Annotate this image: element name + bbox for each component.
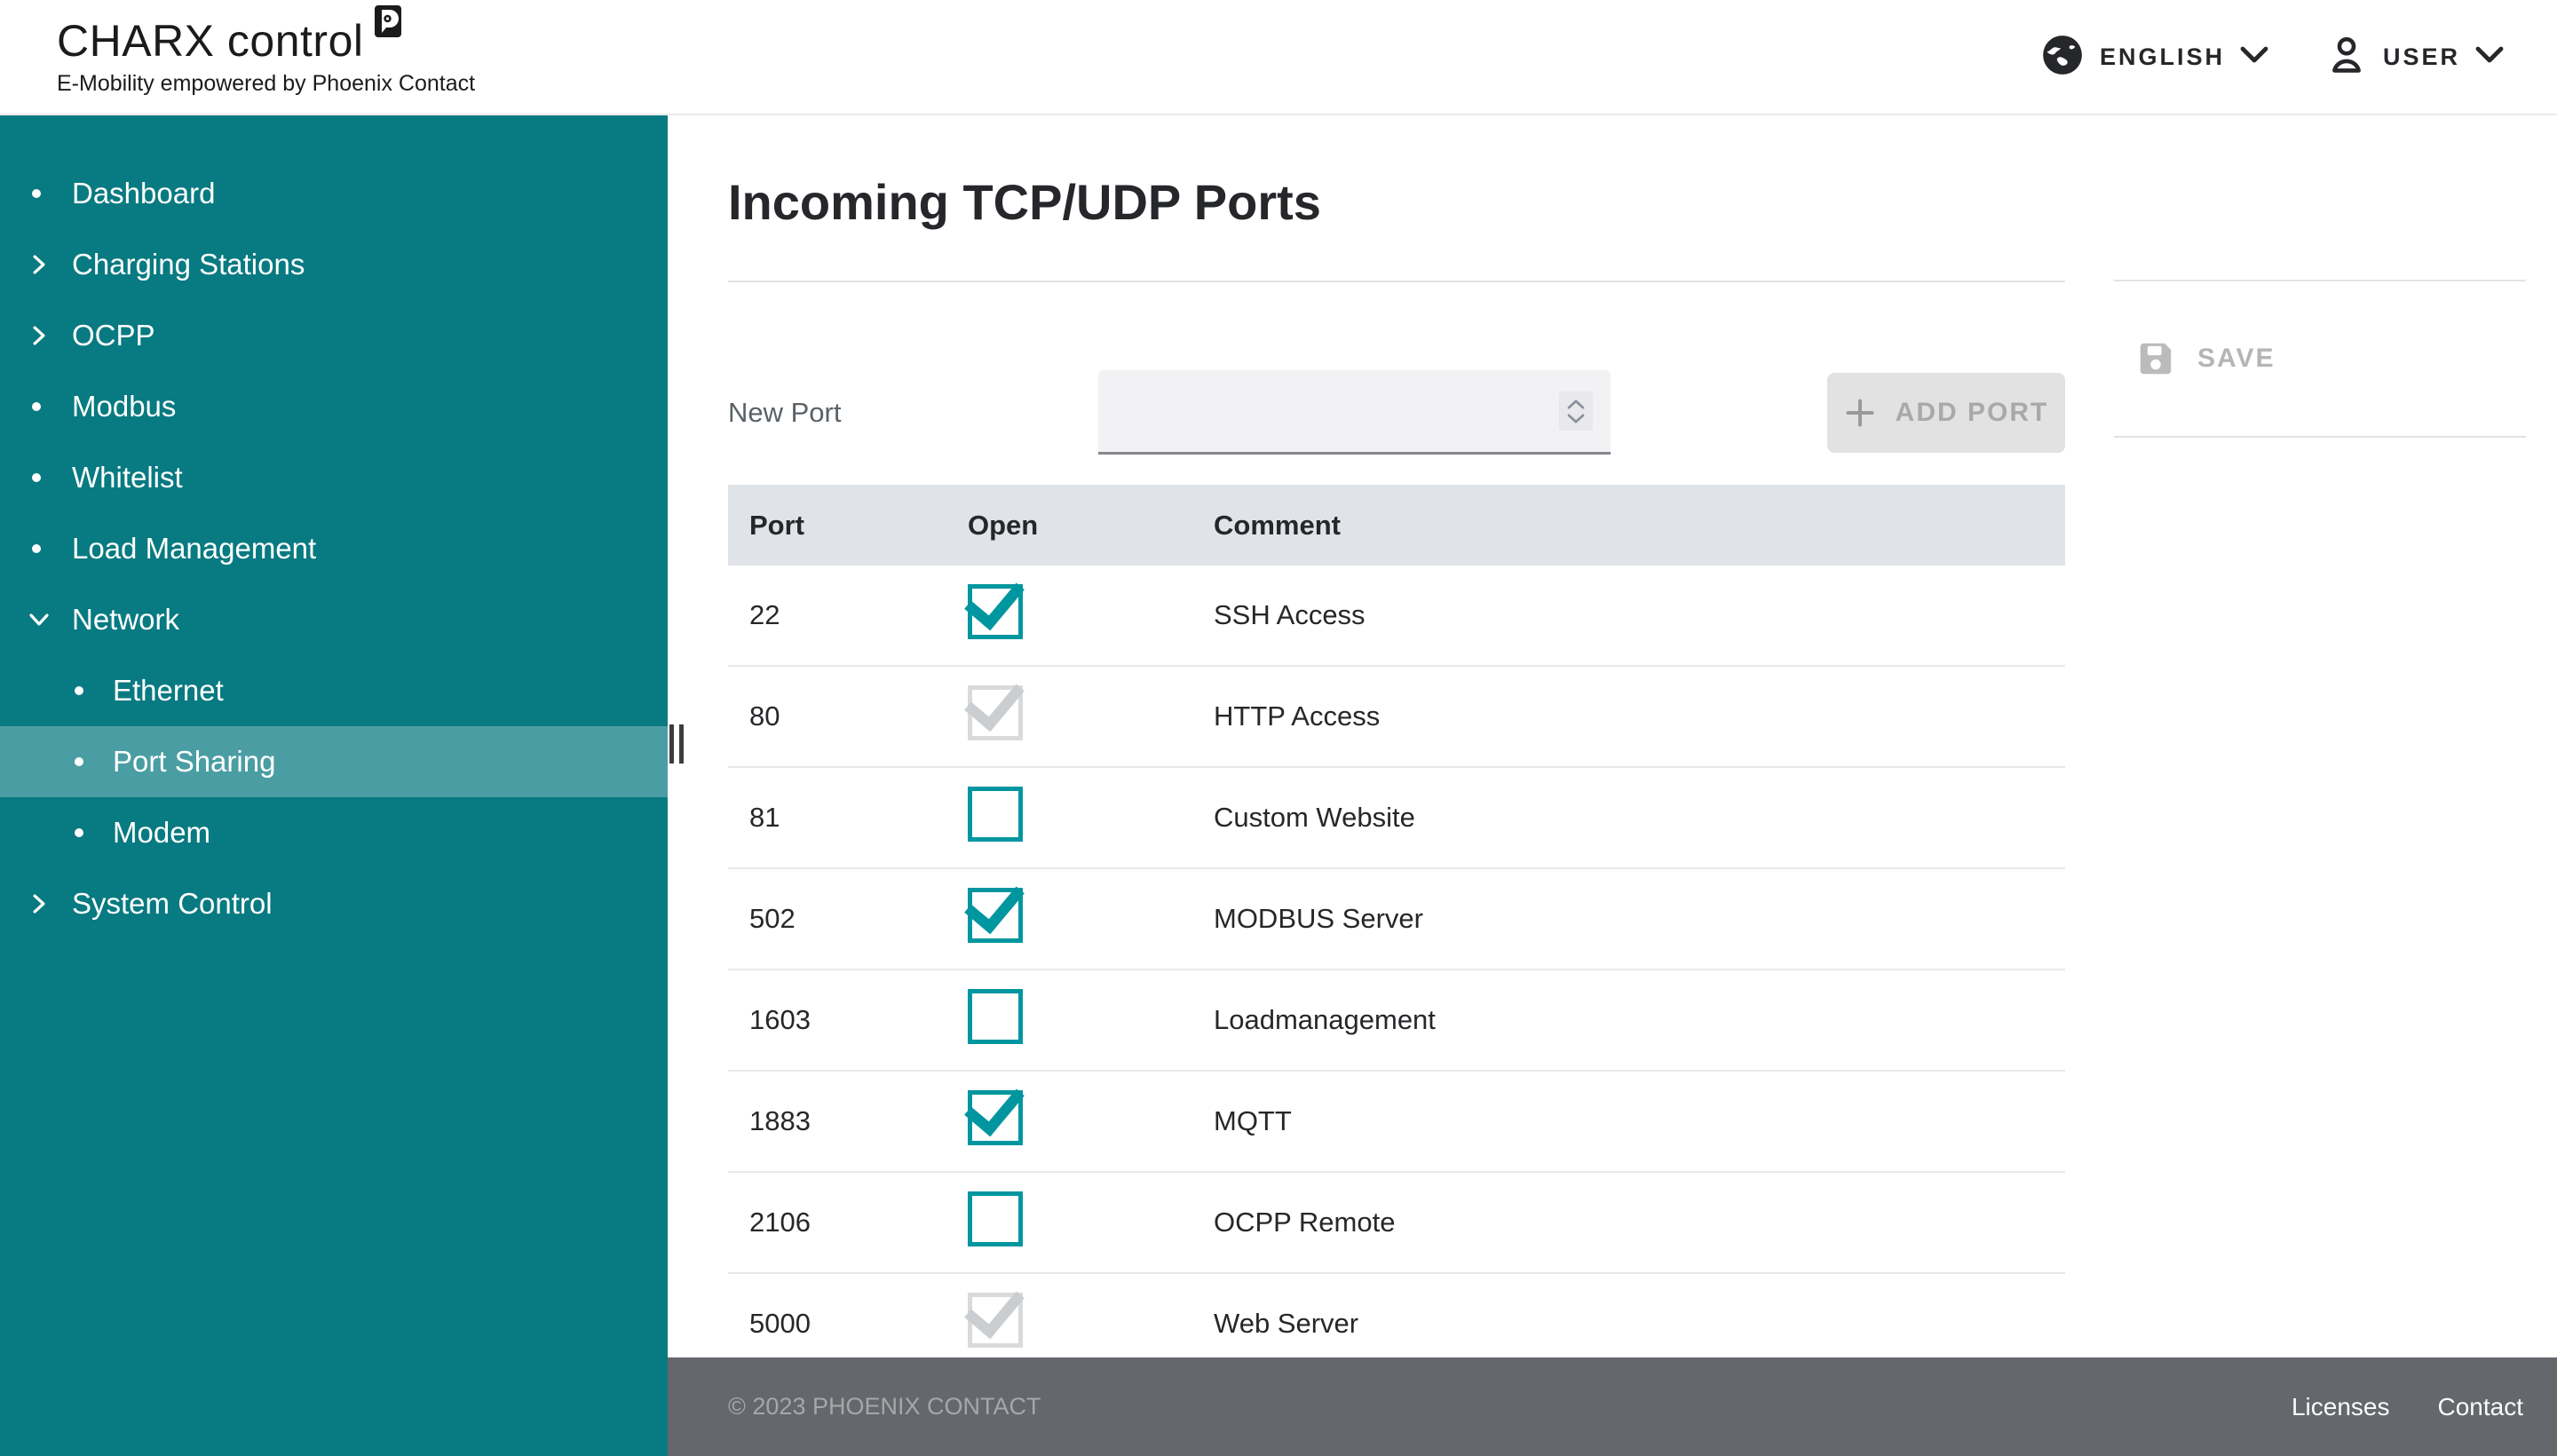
- save-panel: SAVE: [2114, 280, 2526, 438]
- sidebar-item-ethernet[interactable]: Ethernet: [0, 655, 668, 726]
- open-checkbox[interactable]: [968, 584, 1023, 639]
- comment-cell: MQTT: [1214, 1105, 2065, 1137]
- open-checkbox[interactable]: [968, 685, 1023, 740]
- language-menu[interactable]: ENGLISH: [2040, 33, 2268, 82]
- table-row: 502 MODBUS Server: [728, 869, 2065, 970]
- table-row: 81 Custom Website: [728, 768, 2065, 869]
- bullet-icon: [32, 402, 41, 411]
- app-root: CHARX control E-Mobility empowered by Ph…: [0, 0, 2557, 1456]
- copyright-text: © 2023 PHOENIX CONTACT: [728, 1393, 1041, 1420]
- brand-title: CHARX control: [57, 18, 364, 64]
- column-header-port: Port: [749, 510, 968, 542]
- open-checkbox[interactable]: [968, 787, 1023, 842]
- sidebar-item-charging-stations[interactable]: Charging Stations: [0, 229, 668, 300]
- comment-cell: Loadmanagement: [1214, 1004, 2065, 1036]
- bullet-icon: [32, 473, 41, 482]
- sidebar-item-modbus[interactable]: Modbus: [0, 371, 668, 442]
- user-icon: [2325, 33, 2368, 82]
- open-checkbox[interactable]: [968, 1293, 1023, 1348]
- new-port-label: New Port: [728, 397, 1098, 429]
- globe-icon: [2040, 33, 2085, 82]
- port-cell: 1603: [749, 1004, 968, 1036]
- port-cell: 81: [749, 802, 968, 834]
- sidebar-item-port-sharing[interactable]: Port Sharing: [0, 726, 668, 797]
- language-label: ENGLISH: [2100, 44, 2225, 71]
- new-port-row: New Port ADD PORT: [728, 370, 2065, 455]
- comment-cell: Web Server: [1214, 1308, 2065, 1340]
- comment-cell: HTTP Access: [1214, 700, 2065, 732]
- table-header-row: Port Open Comment: [728, 485, 2065, 566]
- sidebar-item-whitelist[interactable]: Whitelist: [0, 442, 668, 513]
- open-checkbox[interactable]: [968, 888, 1023, 943]
- table-row: 22 SSH Access: [728, 566, 2065, 667]
- comment-cell: Custom Website: [1214, 802, 2065, 834]
- page-title: Incoming TCP/UDP Ports: [728, 174, 1321, 231]
- new-port-input-wrapper: [1098, 370, 1611, 455]
- sidebar-item-load-management[interactable]: Load Management: [0, 513, 668, 584]
- brand-subtitle: E-Mobility empowered by Phoenix Contact: [57, 71, 475, 97]
- contact-link[interactable]: Contact: [2438, 1393, 2524, 1421]
- bullet-icon: [75, 757, 83, 766]
- column-header-open: Open: [968, 510, 1214, 542]
- footer: © 2023 PHOENIX CONTACT Licenses Contact: [668, 1357, 2557, 1456]
- chevron-right-icon: [27, 323, 51, 348]
- open-checkbox[interactable]: [968, 1191, 1023, 1246]
- add-port-button[interactable]: ADD PORT: [1827, 373, 2065, 453]
- sidebar: Dashboard Charging Stations OCPP Modbus: [0, 115, 668, 1456]
- chevron-down-icon: [27, 607, 51, 632]
- port-cell: 2106: [749, 1207, 968, 1238]
- floppy-disk-icon: [2135, 338, 2176, 379]
- brand-logo: CHARX control E-Mobility empowered by Ph…: [57, 18, 475, 97]
- table-row: 2106 OCPP Remote: [728, 1173, 2065, 1274]
- bullet-icon: [32, 544, 41, 553]
- table-row: 1883 MQTT: [728, 1072, 2065, 1173]
- chevron-down-icon: [2240, 46, 2268, 68]
- column-header-comment: Comment: [1214, 510, 2065, 542]
- comment-cell: OCPP Remote: [1214, 1207, 2065, 1238]
- divider: [728, 281, 2065, 282]
- chevron-right-icon: [27, 252, 51, 277]
- user-label: USER: [2383, 44, 2460, 71]
- table-row: 1603 Loadmanagement: [728, 970, 2065, 1072]
- app-header: CHARX control E-Mobility empowered by Ph…: [0, 0, 2557, 115]
- sidebar-resize-handle[interactable]: [669, 724, 684, 764]
- open-checkbox[interactable]: [968, 1090, 1023, 1145]
- user-menu[interactable]: USER: [2325, 33, 2504, 82]
- chevron-up-icon: [1567, 400, 1585, 409]
- main-content: Incoming TCP/UDP Ports New Port ADD PORT…: [668, 115, 2557, 1456]
- open-checkbox[interactable]: [968, 989, 1023, 1044]
- phoenix-logo-mark-icon: [375, 5, 401, 37]
- ports-table: Port Open Comment 22 SSH Access 80 HTTP …: [728, 485, 2065, 1375]
- bullet-icon: [32, 189, 41, 198]
- save-button[interactable]: SAVE: [2114, 338, 2275, 379]
- bullet-icon: [75, 686, 83, 695]
- licenses-link[interactable]: Licenses: [2292, 1393, 2390, 1421]
- port-cell: 1883: [749, 1105, 968, 1137]
- sidebar-item-modem[interactable]: Modem: [0, 797, 668, 868]
- sidebar-item-dashboard[interactable]: Dashboard: [0, 158, 668, 229]
- bullet-icon: [75, 828, 83, 837]
- number-spinner[interactable]: [1559, 392, 1593, 431]
- table-row: 80 HTTP Access: [728, 667, 2065, 768]
- sidebar-item-ocpp[interactable]: OCPP: [0, 300, 668, 371]
- port-cell: 22: [749, 599, 968, 631]
- chevron-down-icon: [2475, 46, 2504, 68]
- new-port-input[interactable]: [1098, 370, 1611, 452]
- sidebar-item-network[interactable]: Network: [0, 584, 668, 655]
- port-cell: 5000: [749, 1308, 968, 1340]
- plus-icon: [1844, 397, 1876, 429]
- chevron-down-icon: [1567, 414, 1585, 423]
- comment-cell: SSH Access: [1214, 599, 2065, 631]
- sidebar-item-system-control[interactable]: System Control: [0, 868, 668, 939]
- port-cell: 80: [749, 700, 968, 732]
- port-cell: 502: [749, 903, 968, 935]
- chevron-right-icon: [27, 891, 51, 916]
- comment-cell: MODBUS Server: [1214, 903, 2065, 935]
